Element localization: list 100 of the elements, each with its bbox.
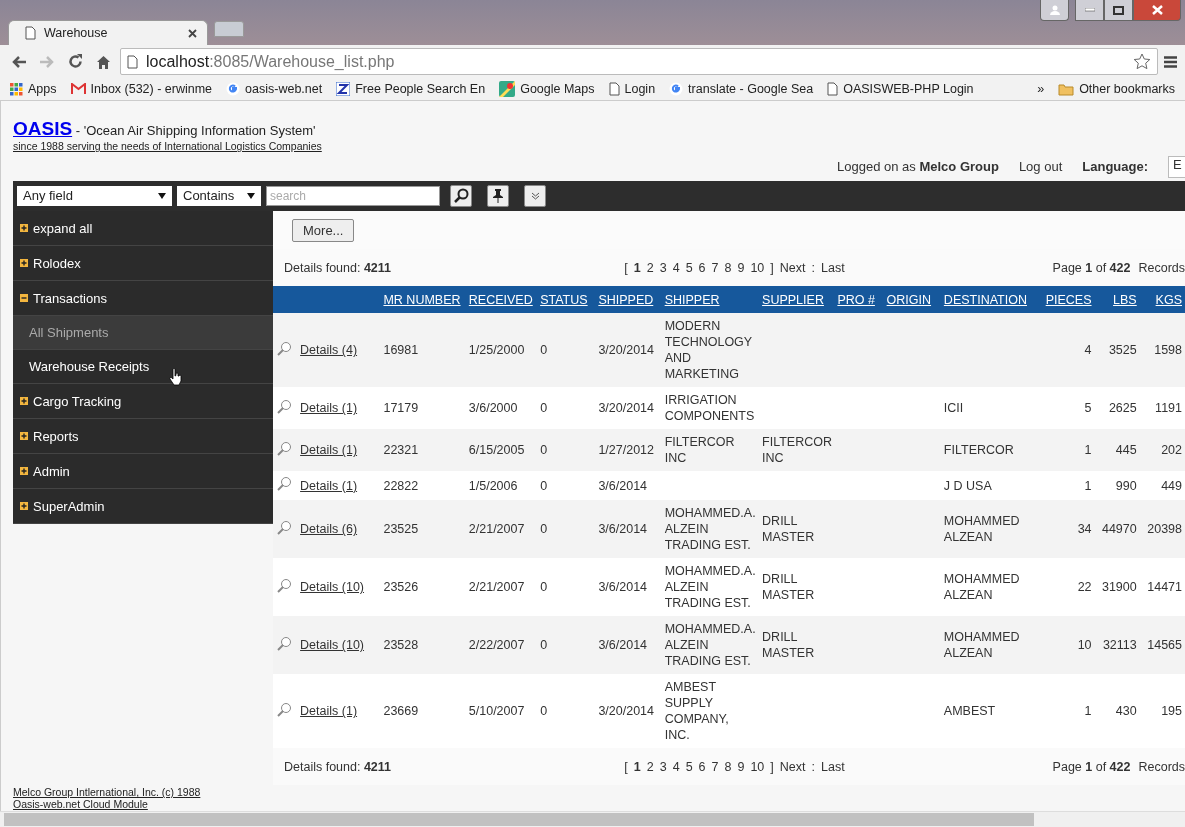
sidebar-subitem[interactable]: All Shipments <box>13 316 273 351</box>
field-dropdown[interactable]: Any field <box>17 185 172 206</box>
magnifier-icon[interactable] <box>276 440 292 456</box>
subtitle-link[interactable]: since 1988 serving the needs of International Logistics Companies <box>13 140 1185 152</box>
bookmark-link[interactable]: translate - Google Sea <box>669 82 814 96</box>
table-cell: FILTERCOR INC <box>762 435 832 466</box>
user-button[interactable] <box>1040 0 1069 21</box>
language-dropdown[interactable]: E <box>1168 155 1185 178</box>
page-link[interactable]: 1 <box>633 260 641 275</box>
more-button[interactable]: More... <box>292 218 355 242</box>
bookmark-link[interactable]: OASISWEB-PHP Login <box>827 82 974 96</box>
footer-link[interactable]: Oasis-web.net Cloud Module <box>13 798 1185 811</box>
bookmark-link[interactable]: Free People Search En <box>336 82 486 96</box>
details-link[interactable]: Details (1) <box>300 443 358 458</box>
collapse-button[interactable] <box>524 184 546 207</box>
page-link[interactable]: 9 <box>737 759 745 774</box>
magnifier-icon[interactable] <box>276 701 292 717</box>
next-link[interactable]: Next <box>779 759 806 774</box>
page-link[interactable]: 5 <box>685 759 693 774</box>
details-link[interactable]: Details (4) <box>300 343 358 358</box>
search-button[interactable] <box>450 184 472 207</box>
magnifier-icon[interactable] <box>276 635 292 651</box>
page-link[interactable]: 6 <box>698 260 706 275</box>
maximize-button[interactable] <box>1104 0 1133 21</box>
sidebar-item[interactable]: Reports <box>13 419 273 455</box>
bookmark-link[interactable]: Apps <box>10 82 57 96</box>
table-cell: 0 <box>540 638 548 653</box>
other-bookmarks-link[interactable]: Other bookmarks <box>1058 82 1175 96</box>
browser-tab[interactable]: Warehouse <box>8 20 208 45</box>
pin-button[interactable] <box>487 184 509 207</box>
operator-dropdown[interactable]: Contains <box>177 185 261 206</box>
close-icon[interactable] <box>188 28 197 38</box>
search-field[interactable]: search <box>266 185 440 206</box>
table-cell: 0 <box>540 478 548 493</box>
magnifier-icon[interactable] <box>276 476 292 492</box>
magnifier-icon[interactable] <box>276 577 292 593</box>
table-cell: 3/20/2014 <box>598 401 654 416</box>
address-bar[interactable]: localhost:8085/Warehouse_list.php <box>120 48 1158 75</box>
last-link[interactable]: Last <box>821 759 845 774</box>
bookmark-link[interactable]: Inbox (532) - erwinme <box>70 82 213 96</box>
page-link[interactable]: 10 <box>750 759 765 774</box>
table-cell: 195 <box>1161 704 1182 719</box>
page-link[interactable]: 7 <box>711 260 719 275</box>
back-arrow-icon <box>11 54 27 69</box>
last-link[interactable]: Last <box>821 260 845 275</box>
page-link[interactable]: 2 <box>646 260 654 275</box>
close-button[interactable] <box>1133 0 1181 21</box>
magnifier-icon[interactable] <box>276 519 292 535</box>
logo-link[interactable]: OASIS <box>13 118 73 139</box>
details-link[interactable]: Details (1) <box>300 704 358 719</box>
table-cell: AMBEST SUPPLY COMPANY, INC. <box>664 680 729 743</box>
horizontal-scrollbar[interactable] <box>0 811 1185 827</box>
details-link[interactable]: Details (6) <box>300 522 358 537</box>
table-cell: 0 <box>540 704 548 719</box>
page-link[interactable]: 9 <box>737 260 745 275</box>
search-icon <box>453 188 469 204</box>
sidebar-item[interactable]: Admin <box>13 454 273 490</box>
table-cell: MOHAMMED ALZEAN <box>943 630 1020 661</box>
minimize-button[interactable] <box>1075 0 1104 21</box>
magnifier-icon[interactable] <box>276 340 292 356</box>
magnifier-icon[interactable] <box>276 398 292 414</box>
page-link[interactable]: 8 <box>724 260 732 275</box>
dropdown-arrow-icon <box>247 192 255 199</box>
menu-icon[interactable] <box>1164 55 1177 68</box>
page-link[interactable]: 4 <box>672 759 680 774</box>
sidebar-item[interactable]: SuperAdmin <box>13 489 273 525</box>
close-icon <box>1151 5 1163 15</box>
details-link[interactable]: Details (10) <box>300 638 364 653</box>
sidebar-item[interactable]: Rolodex <box>13 246 273 282</box>
table-cell: 1598 <box>1154 343 1182 358</box>
sidebar-item[interactable]: expand all <box>13 211 273 247</box>
table-cell: 449 <box>1161 478 1182 493</box>
page-link[interactable]: 8 <box>724 759 732 774</box>
table-cell: IRRIGATION COMPONENTS <box>664 393 755 424</box>
g-letter-icon <box>226 82 241 96</box>
page-link[interactable]: 3 <box>659 260 667 275</box>
page-link[interactable]: 7 <box>711 759 719 774</box>
page-link[interactable]: 5 <box>685 260 693 275</box>
table-cell: 34 <box>1077 522 1092 537</box>
page-link[interactable]: 6 <box>698 759 706 774</box>
bookmark-link[interactable]: oasis-web.net <box>226 82 323 96</box>
hand-cursor-icon <box>169 368 183 386</box>
footer-link[interactable]: Melco Group Intlernational, Inc. (c) 1988 <box>13 786 1185 799</box>
page-link[interactable]: 10 <box>750 260 765 275</box>
page-link[interactable]: 2 <box>646 759 654 774</box>
logout-link[interactable]: Log out <box>1018 159 1063 175</box>
page-link[interactable]: 1 <box>633 759 641 774</box>
next-link[interactable]: Next <box>779 260 806 275</box>
more-bookmarks-button[interactable]: » <box>1037 82 1045 96</box>
bookmark-link[interactable]: Login <box>608 82 656 96</box>
page-link[interactable]: 3 <box>659 759 667 774</box>
bookmark-link[interactable]: Google Maps <box>499 81 595 97</box>
star-icon[interactable] <box>1133 53 1151 70</box>
table-cell: 5/10/2007 <box>468 704 525 719</box>
details-link[interactable]: Details (10) <box>300 580 364 595</box>
details-found-text: Details found: 4211 <box>284 759 393 774</box>
table-cell: 14471 <box>1147 580 1182 595</box>
tagline-text: - 'Ocean Air Shipping Information System' <box>74 123 316 138</box>
page-link[interactable]: 4 <box>672 260 680 275</box>
pin-icon <box>493 188 503 203</box>
